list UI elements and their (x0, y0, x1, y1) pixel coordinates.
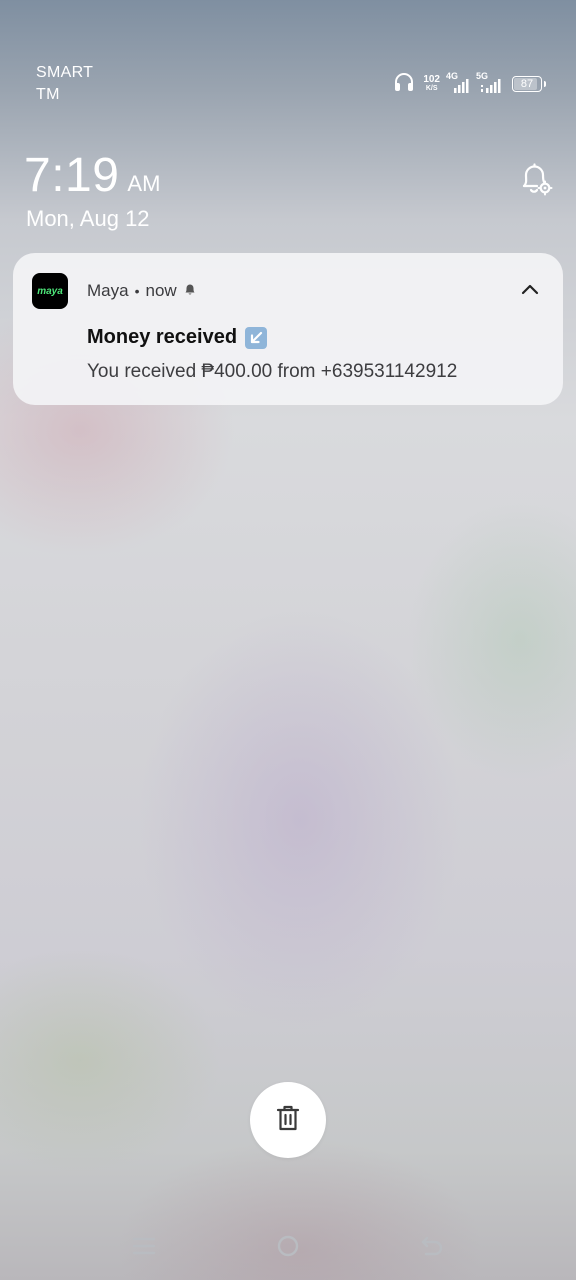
notification-header: Maya • now (87, 281, 197, 301)
app-name: Maya (87, 281, 129, 300)
signal-4g: 4G (446, 71, 470, 94)
battery-percentage: 87 (520, 78, 534, 90)
maya-app-icon: maya (32, 273, 68, 309)
notification-settings-icon[interactable] (516, 160, 556, 198)
carrier-line-2: TM (36, 86, 60, 103)
trash-icon (275, 1104, 301, 1136)
collapse-chevron-icon[interactable] (519, 279, 541, 301)
network-type-4g: 4G (446, 71, 459, 81)
speed-value: 102 (423, 74, 440, 85)
lock-date: Mon, Aug 12 (26, 206, 150, 231)
clock-time: 7:19 (24, 149, 120, 202)
notification-time: now (145, 281, 177, 300)
carrier-name: SMART TM (36, 62, 93, 106)
network-speed: 102 K/S (423, 75, 440, 93)
notification-title: Money received (87, 326, 268, 349)
signal-5g: 5G (476, 71, 504, 94)
header-separator: • (134, 283, 140, 299)
arrow-down-left-emoji-icon (245, 326, 268, 349)
app-icon-text: maya (37, 285, 63, 297)
navigation-bar (0, 1224, 576, 1264)
clock-ampm: AM (127, 171, 161, 196)
notification-card[interactable]: maya Maya • now Money received You recei… (13, 253, 563, 405)
recent-apps-icon[interactable] (131, 1234, 157, 1258)
lock-clock: 7:19 AM (24, 148, 160, 203)
carrier-line-1: SMART (36, 64, 94, 81)
back-icon[interactable] (419, 1234, 445, 1258)
speed-unit: K/S (425, 85, 438, 92)
notification-title-text: Money received (87, 326, 238, 348)
network-type-5g: 5G (476, 71, 489, 81)
home-icon[interactable] (275, 1234, 301, 1258)
lock-screen: SMART TM 102 K/S 4G 5G 87 7:19 AM Mon, A… (0, 0, 576, 1280)
notification-body: You received ₱400.00 from +639531142912 (87, 361, 458, 382)
battery-icon: 87 (512, 76, 546, 92)
clear-notifications-button[interactable] (250, 1082, 326, 1158)
bell-icon (183, 281, 197, 301)
battery-tip (544, 81, 546, 87)
headphones-icon (393, 72, 415, 96)
status-icons: 102 K/S 4G 5G 87 (393, 70, 546, 98)
